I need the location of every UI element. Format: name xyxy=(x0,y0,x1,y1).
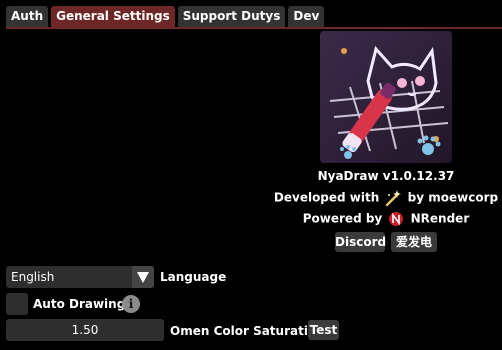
powered-suffix: NRender xyxy=(410,211,470,226)
language-select[interactable]: English xyxy=(6,266,154,288)
nrender-logo-icon xyxy=(387,210,405,228)
test-button[interactable]: Test xyxy=(308,320,339,340)
powered-prefix: Powered by xyxy=(302,211,383,226)
tab-dev[interactable]: Dev xyxy=(288,6,325,27)
afdian-button[interactable]: 爱发电 xyxy=(391,232,437,252)
nyadraw-logo xyxy=(320,31,452,163)
tab-underline xyxy=(6,27,502,29)
tab-auth[interactable]: Auth xyxy=(6,6,49,27)
tab-general-settings[interactable]: General Settings xyxy=(51,6,175,27)
saturation-input[interactable]: 1.50 xyxy=(6,319,164,341)
saturation-label: Omen Color Saturation xyxy=(170,324,325,338)
powered-line: Powered by NRender xyxy=(250,210,502,228)
tab-support-dutys[interactable]: Support Dutys xyxy=(177,6,286,27)
tab-bar: Auth General Settings Support Dutys Dev xyxy=(6,6,325,27)
nyadraw-cat-logo-icon xyxy=(320,31,452,163)
auto-drawings-label: Auto Drawings xyxy=(33,297,133,311)
developed-suffix: by moewcorp xyxy=(407,190,499,205)
language-label: Language xyxy=(160,270,227,284)
magic-wand-icon xyxy=(384,189,402,207)
discord-button[interactable]: Discord xyxy=(335,232,386,252)
auto-drawings-checkbox[interactable] xyxy=(6,293,28,315)
version-text: NyaDraw v1.0.12.37 xyxy=(317,169,455,183)
language-select-value: English xyxy=(11,270,55,284)
developed-prefix: Developed with xyxy=(273,190,380,205)
triangle-down-icon[interactable] xyxy=(132,266,154,288)
info-icon[interactable]: i xyxy=(122,295,140,313)
developed-line: Developed with by moewcorp xyxy=(250,189,502,207)
